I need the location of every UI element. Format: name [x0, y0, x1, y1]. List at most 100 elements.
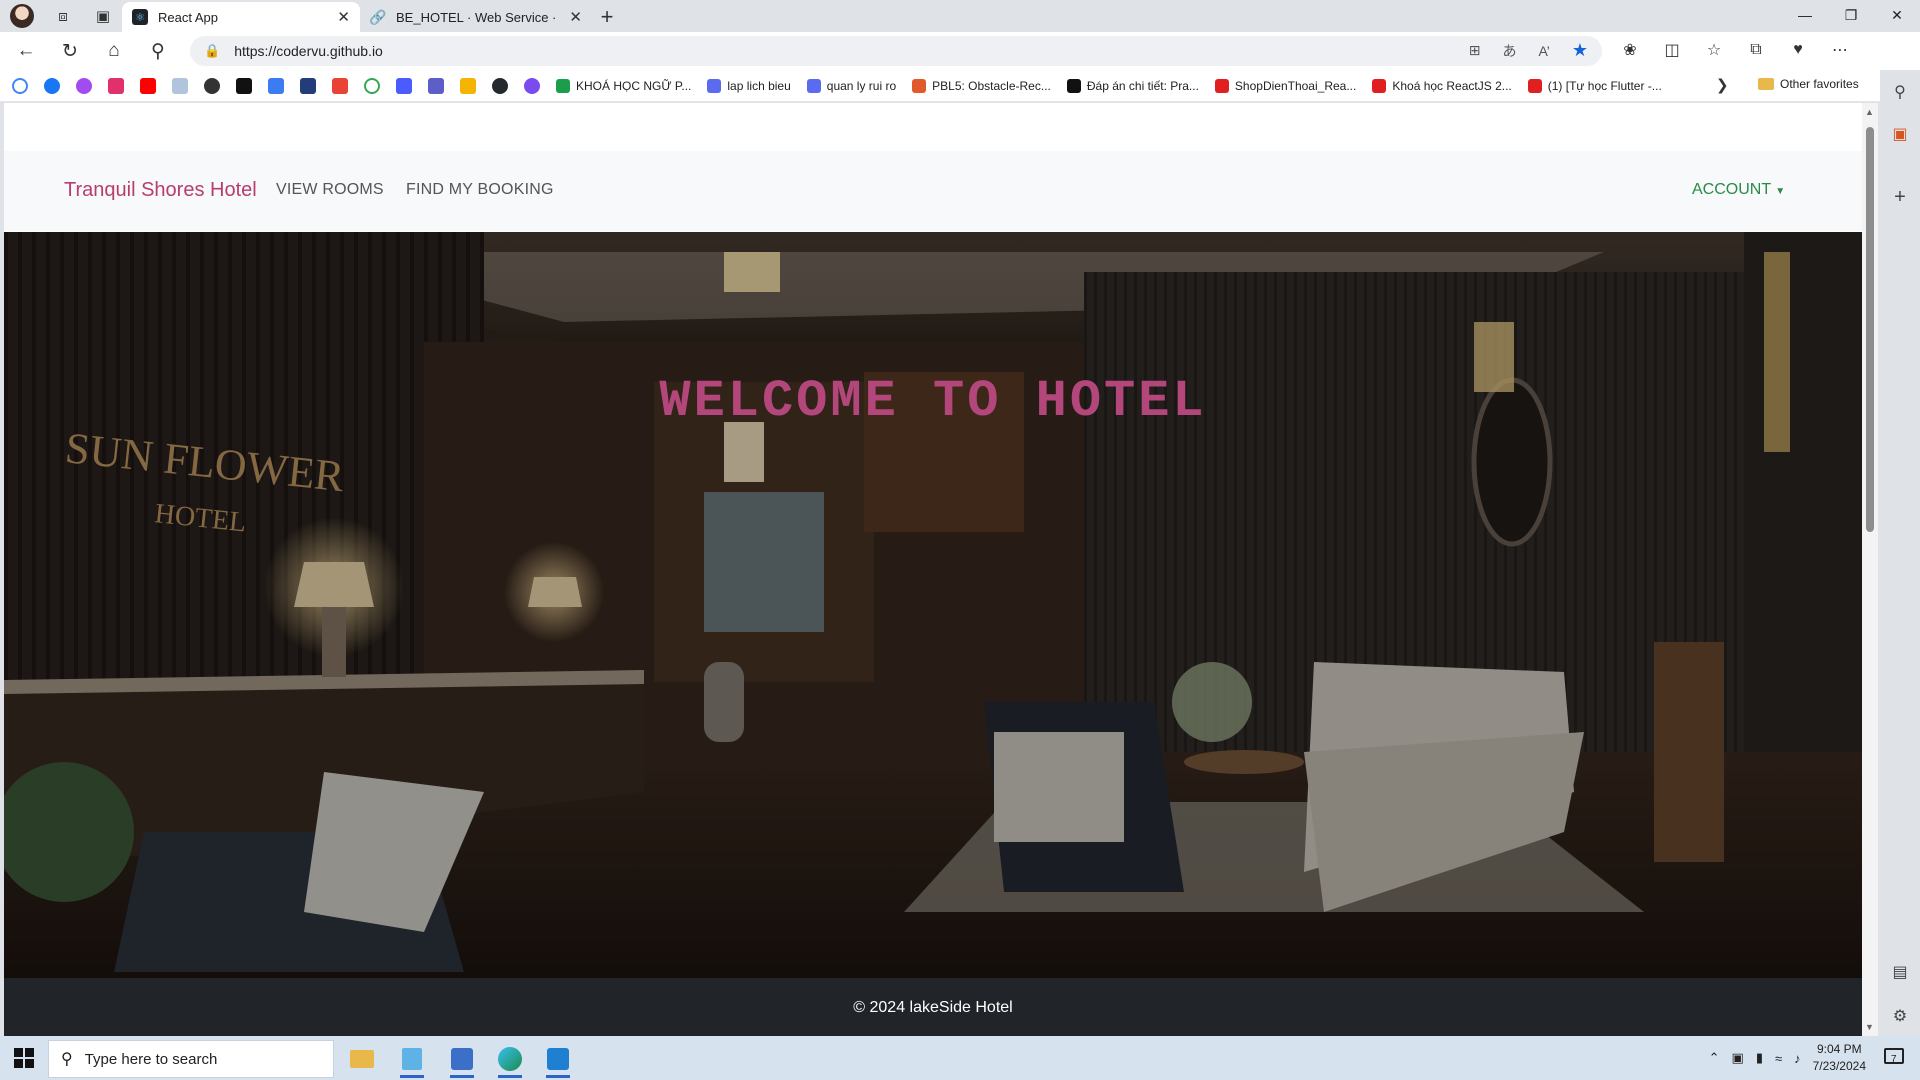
favorite-item[interactable]: PBL5: Obstacle-Rec...	[912, 78, 1051, 93]
favorite-item[interactable]: ShopDienThoai_Rea...	[1214, 78, 1356, 93]
favorites-bar: KHOÁ HỌC NGỮ P... lap lich bieu quan ly …	[0, 70, 1880, 102]
nav-view-rooms[interactable]: VIEW ROOMS	[276, 181, 384, 199]
favorite-item[interactable]: lap lich bieu	[707, 78, 791, 93]
office-icon[interactable]	[460, 77, 476, 94]
edge-browser-icon[interactable]	[488, 1040, 532, 1078]
notion-icon[interactable]	[300, 77, 316, 94]
other-favorites[interactable]: Other favorites	[1758, 77, 1859, 91]
profile-avatar[interactable]	[10, 4, 34, 28]
tab-react-app[interactable]: ⚛ React App ✕	[122, 2, 360, 32]
scroll-down-icon[interactable]: ▼	[1865, 1022, 1874, 1032]
bookmark-icon[interactable]	[172, 77, 188, 94]
translate-icon[interactable]: あ	[1502, 41, 1516, 61]
instagram-icon[interactable]	[108, 77, 124, 94]
url-text[interactable]: https://codervu.github.io	[234, 43, 383, 59]
notification-center-icon[interactable]: 7	[1882, 1045, 1908, 1071]
wifi-icon[interactable]: ≈	[1775, 1051, 1782, 1066]
more-options-icon[interactable]: ⋯	[1828, 36, 1852, 64]
vscode-icon[interactable]	[536, 1040, 580, 1078]
google-search-icon[interactable]	[364, 77, 380, 94]
favorite-icon	[556, 78, 570, 93]
running-indicator	[546, 1075, 570, 1078]
link-favicon-icon: 🔗	[369, 8, 387, 25]
search-icon[interactable]: ⚲	[140, 36, 176, 66]
youtube-icon	[1527, 78, 1542, 93]
favorite-item[interactable]: Đáp án chi tiết: Pra...	[1066, 78, 1199, 93]
other-favorites-label: Other favorites	[1780, 77, 1859, 91]
add-icon[interactable]: +	[1890, 186, 1910, 209]
github-icon[interactable]	[492, 77, 508, 94]
lock-icon[interactable]: 🔒	[204, 43, 220, 59]
collections-icon[interactable]: ⧉	[1744, 36, 1768, 64]
extensions-icon[interactable]: ❀	[1618, 36, 1642, 64]
taskbar-search-input[interactable]: ⚲ Type here to search	[48, 1040, 334, 1078]
favorite-item[interactable]: Khoá học ReactJS 2...	[1372, 78, 1512, 93]
gmail-icon[interactable]	[332, 77, 348, 94]
back-icon[interactable]: ←	[8, 36, 44, 66]
close-tab-icon[interactable]: ✕	[569, 8, 582, 26]
screen-capture-icon[interactable]: ▤	[1890, 962, 1910, 982]
browser-right-tools: ❀ ◫ ☆ ⧉ ♥ ⋯	[1618, 36, 1852, 64]
favorite-item[interactable]: (1) [Tự học Flutter -...	[1527, 78, 1662, 93]
favorite-star-icon[interactable]: ★	[1572, 40, 1588, 61]
brand-link[interactable]: Tranquil Shores Hotel	[64, 179, 257, 202]
clock-date: 7/23/2024	[1812, 1059, 1866, 1073]
app-icon[interactable]	[236, 77, 252, 94]
search-placeholder: Type here to search	[84, 1050, 218, 1068]
site-navbar: Tranquil Shores Hotel VIEW ROOMS FIND MY…	[4, 151, 1862, 231]
tab-actions-icon[interactable]: ▣	[92, 5, 114, 27]
favorite-label: KHOÁ HỌC NGỮ P...	[576, 78, 692, 93]
google-icon[interactable]	[12, 77, 28, 94]
calculator-app-icon[interactable]	[440, 1040, 484, 1078]
running-indicator	[400, 1075, 424, 1078]
edge-sidebar: ⚲ ▣ + ▤ ⚙	[1880, 70, 1920, 1036]
browser-essentials-icon[interactable]: ♥	[1786, 36, 1810, 64]
read-aloud-icon[interactable]: A’	[1538, 43, 1549, 59]
bookmark-app-icon[interactable]	[524, 77, 540, 94]
refresh-icon[interactable]: ↻	[52, 36, 88, 66]
notepad-icon[interactable]	[390, 1040, 434, 1078]
app-available-icon[interactable]: ⊞	[1469, 42, 1481, 59]
restore-icon[interactable]: ❐	[1828, 0, 1874, 30]
tab-title: React App	[158, 9, 218, 25]
browser-toolbar: ← ↻ ⌂ ⚲ 🔒 https://codervu.github.io ⊞ あ …	[0, 32, 1920, 96]
workspaces-icon[interactable]: ⧈	[52, 5, 74, 27]
calculator-icon[interactable]	[396, 77, 412, 94]
meet-now-icon[interactable]: ▣	[1732, 1050, 1744, 1066]
tab-be-hotel[interactable]: 🔗 BE_HOTEL · Web Service · Rende ✕	[360, 2, 592, 32]
facebook-icon[interactable]	[44, 77, 60, 94]
favorite-label: (1) [Tự học Flutter -...	[1547, 78, 1662, 93]
nav-account-dropdown[interactable]: ACCOUNT ▼	[1692, 181, 1785, 199]
split-screen-icon[interactable]: ◫	[1660, 36, 1684, 64]
new-tab-button[interactable]: +	[592, 2, 622, 32]
favorite-item[interactable]: KHOÁ HỌC NGỮ P...	[556, 78, 692, 93]
address-bar[interactable]: 🔒 https://codervu.github.io ⊞ あ A’ ★	[190, 36, 1602, 66]
favorite-item[interactable]: quan ly rui ro	[806, 78, 896, 93]
page-scrollbar[interactable]: ▲ ▼	[1862, 103, 1878, 1036]
battery-icon[interactable]: ▮	[1756, 1050, 1763, 1066]
tools-icon[interactable]: ▣	[1890, 124, 1910, 144]
chevron-right-icon[interactable]: ❯	[1716, 76, 1729, 94]
minimize-icon[interactable]: —	[1782, 0, 1828, 30]
file-explorer-icon[interactable]	[340, 1040, 384, 1078]
home-icon[interactable]: ⌂	[96, 36, 132, 66]
close-tab-icon[interactable]: ✕	[337, 8, 350, 26]
chatgpt-icon[interactable]	[204, 77, 220, 94]
scrollbar-thumb[interactable]	[1866, 127, 1874, 532]
settings-icon[interactable]: ⚙	[1890, 1006, 1910, 1026]
teams-icon[interactable]	[428, 77, 444, 94]
taskbar-clock[interactable]: 9:04 PM 7/23/2024	[1813, 1041, 1866, 1075]
youtube-icon[interactable]	[140, 77, 156, 94]
scroll-up-icon[interactable]: ▲	[1865, 107, 1874, 117]
sidebar-search-icon[interactable]: ⚲	[1890, 82, 1910, 102]
hero-banner: SUN FLOWER HOTEL WELCOME TO HOTEL	[4, 232, 1862, 978]
chevron-up-icon[interactable]: ⌃	[1709, 1050, 1720, 1066]
nav-find-my-booking[interactable]: FIND MY BOOKING	[406, 181, 554, 199]
close-window-icon[interactable]: ✕	[1874, 0, 1920, 30]
gemini-icon[interactable]	[268, 77, 284, 94]
windows-start-icon[interactable]	[14, 1048, 34, 1068]
volume-icon[interactable]: ♪	[1794, 1051, 1801, 1066]
window-controls: — ❐ ✕	[1782, 0, 1920, 30]
messenger-icon[interactable]	[76, 77, 92, 94]
favorites-icon[interactable]: ☆	[1702, 36, 1726, 64]
